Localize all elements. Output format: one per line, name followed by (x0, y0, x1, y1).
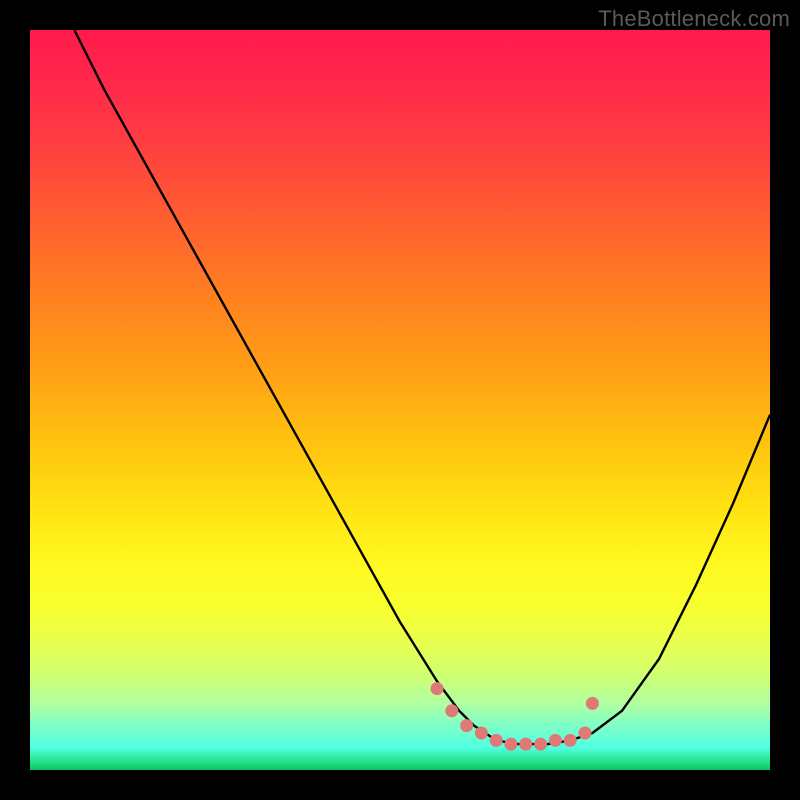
marker-dot (431, 682, 444, 695)
curve-svg (30, 30, 770, 770)
marker-dot (490, 734, 503, 747)
marker-dot (586, 697, 599, 710)
marker-dot (579, 727, 592, 740)
marker-dot (460, 719, 473, 732)
marker-dot (534, 738, 547, 751)
marker-dot (549, 734, 562, 747)
chart-frame: TheBottleneck.com (0, 0, 800, 800)
watermark-text: TheBottleneck.com (598, 6, 790, 32)
plot-area (30, 30, 770, 770)
marker-dot (564, 734, 577, 747)
marker-dot (519, 738, 532, 751)
marker-dot (445, 704, 458, 717)
marker-dots (431, 682, 599, 751)
marker-dot (505, 738, 518, 751)
marker-dot (475, 727, 488, 740)
curve-line (74, 30, 770, 744)
